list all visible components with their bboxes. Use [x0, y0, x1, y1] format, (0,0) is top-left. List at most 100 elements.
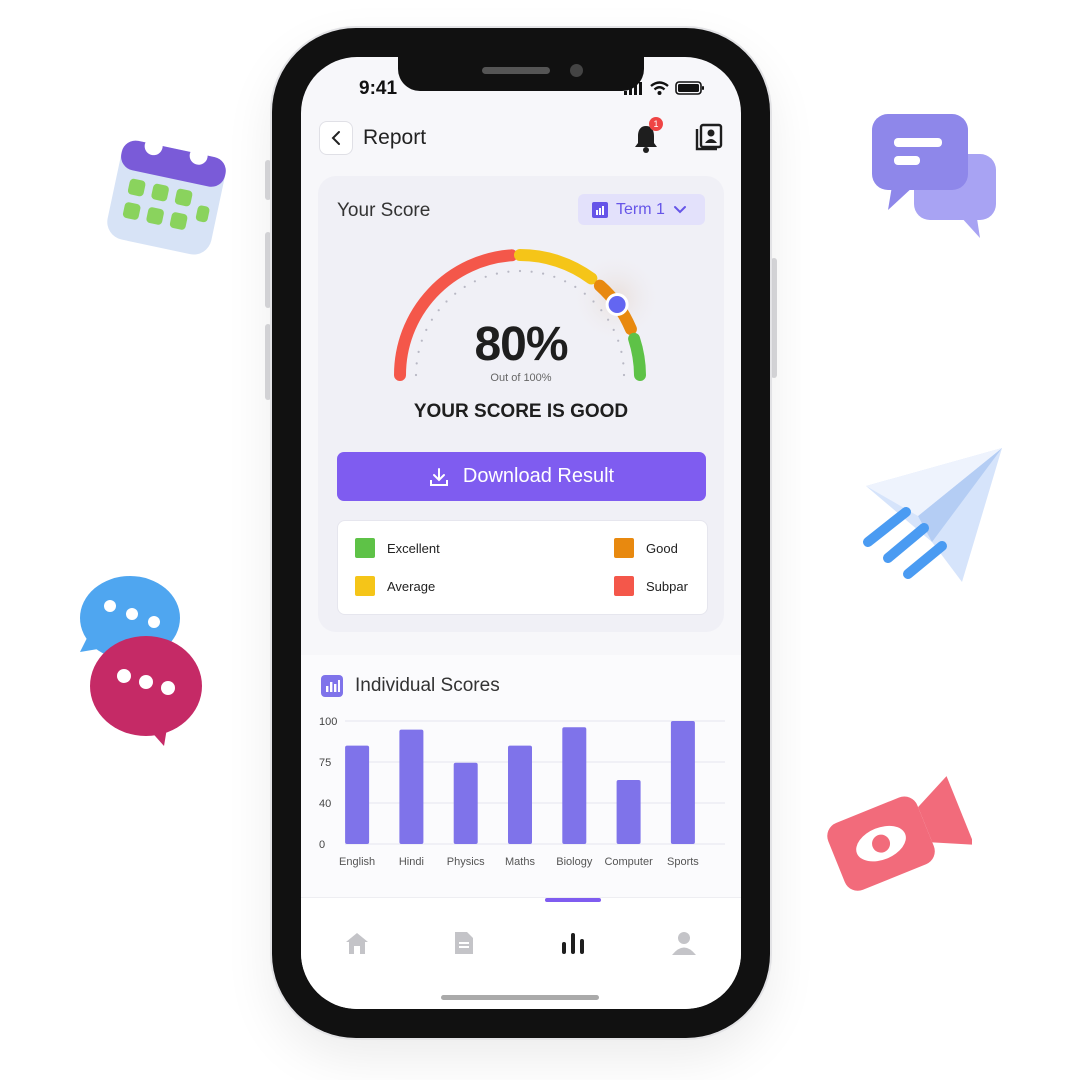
bar-chart-icon — [562, 933, 584, 954]
chat-bubbles-sticker-icon — [870, 112, 998, 240]
chart-icon — [592, 201, 608, 218]
status-icons — [624, 81, 705, 95]
speaker — [482, 67, 550, 74]
chart-bar-hindi — [399, 729, 424, 844]
chart-x-tick-label: Sports — [667, 856, 699, 868]
document-icon — [455, 932, 473, 954]
legend-label: Excellent — [387, 540, 440, 556]
nav-item-profile[interactable] — [669, 928, 699, 958]
gauge-tick-dot — [542, 272, 545, 275]
download-result-button[interactable]: Download Result — [337, 452, 706, 501]
signal-icon — [624, 81, 642, 95]
gauge-tick-dot — [507, 270, 510, 273]
term-dropdown-label: Term 1 — [616, 200, 665, 218]
nav-item-reports[interactable] — [558, 928, 588, 958]
score-card: Your Score Term 1 80% Out of 100% YOUR S… — [318, 176, 724, 632]
chart-report-icon — [321, 675, 343, 697]
legend-swatch — [614, 576, 634, 596]
wifi-icon — [650, 81, 669, 95]
download-icon — [429, 467, 448, 486]
legend-label: Subpar — [646, 578, 688, 594]
gauge-tick-dot — [454, 292, 457, 295]
legend-item-average: Average — [355, 576, 435, 596]
phone-side-button — [265, 324, 271, 400]
legend-label: Good — [646, 540, 678, 556]
chart-x-tick-label: English — [339, 856, 375, 868]
notification-button[interactable]: 1 — [633, 117, 663, 158]
gauge-tick-dot — [530, 270, 533, 273]
chart-bar-physics — [453, 762, 478, 844]
profile-icon — [672, 932, 696, 955]
score-value: 80% — [474, 318, 568, 371]
gauge-tick-dot — [553, 275, 556, 278]
gauge-pointer — [605, 293, 629, 316]
gauge-tick-dot — [463, 285, 466, 288]
phone-side-button — [265, 232, 271, 308]
calendar-sticker-icon — [104, 130, 230, 258]
chart-y-tick-label: 0 — [319, 839, 325, 851]
chart-bar-computer — [616, 780, 641, 844]
battery-icon — [675, 81, 704, 95]
gauge-segment-average — [514, 248, 598, 285]
contacts-book-icon — [695, 123, 723, 151]
score-verdict: YOUR SCORE IS GOOD — [413, 401, 629, 422]
legend-item-excellent: Excellent — [355, 538, 440, 558]
legend-swatch — [355, 576, 375, 596]
message-sticker-icon — [78, 572, 206, 748]
gauge-tick-dot — [437, 309, 440, 312]
gauge-tick-dot — [473, 280, 476, 283]
term-dropdown[interactable]: Term 1 — [578, 194, 705, 225]
status-time: 9:41 — [359, 78, 398, 99]
chart-bar-biology — [562, 727, 587, 844]
chart-y-tick-label: 40 — [319, 798, 331, 810]
gauge-tick-dot — [445, 300, 448, 303]
gauge-tick-dot — [600, 309, 603, 312]
individual-scores-title: Individual Scores — [355, 675, 500, 696]
top-bar: Report 1 — [319, 117, 723, 158]
chart-bar-maths — [508, 745, 532, 844]
bottom-nav — [301, 897, 741, 1009]
nav-item-home[interactable] — [342, 928, 372, 958]
score-legend: Excellent Good Average Subpar — [337, 520, 708, 615]
individual-scores-header: Individual Scores — [321, 675, 500, 697]
chart-x-tick-label: Computer — [604, 856, 653, 868]
phone-side-button — [265, 160, 271, 200]
legend-item-good: Good — [614, 538, 678, 558]
front-camera — [570, 64, 583, 77]
chart-bar-sports — [670, 721, 695, 844]
gauge-tick-dot — [574, 285, 577, 288]
video-camera-sticker-icon — [816, 766, 972, 900]
chevron-down-icon — [673, 205, 686, 213]
chart-y-tick-label: 75 — [319, 757, 331, 769]
legend-item-subpar: Subpar — [614, 576, 688, 596]
gauge-tick-dot — [495, 272, 498, 275]
chart-x-tick-label: Hindi — [399, 856, 424, 868]
phone-side-button — [771, 258, 777, 378]
nav-active-indicator — [545, 898, 601, 902]
page-title: Report — [363, 126, 427, 149]
gauge-tick-dot — [484, 275, 487, 278]
legend-swatch — [355, 538, 375, 558]
chart-bar-english — [345, 745, 370, 844]
legend-swatch — [614, 538, 634, 558]
chart-x-tick-label: Physics — [447, 856, 485, 868]
gauge-tick-dot — [592, 300, 595, 303]
chart-x-tick-label: Maths — [505, 856, 535, 868]
score-card-title: Your Score — [337, 200, 431, 221]
gauge-tick-dot — [583, 292, 586, 295]
paper-plane-sticker-icon — [862, 446, 1004, 586]
chart-x-tick-label: Biology — [556, 856, 593, 868]
nav-item-documents[interactable] — [449, 928, 479, 958]
home-indicator — [441, 995, 599, 1000]
chart-y-tick-label: 100 — [319, 716, 337, 728]
contacts-button[interactable] — [695, 123, 723, 156]
download-button-label: Download Result — [462, 465, 615, 487]
notch — [398, 57, 644, 91]
home-icon — [346, 933, 368, 954]
legend-label: Average — [387, 578, 436, 594]
app-screen: 9:41 Report 1 Your Score Term 1 80% Out … — [301, 57, 741, 1009]
chevron-left-icon — [331, 131, 340, 145]
notification-badge: 1 — [649, 117, 663, 131]
gauge-tick-dot — [564, 280, 567, 283]
back-button[interactable] — [319, 121, 353, 155]
